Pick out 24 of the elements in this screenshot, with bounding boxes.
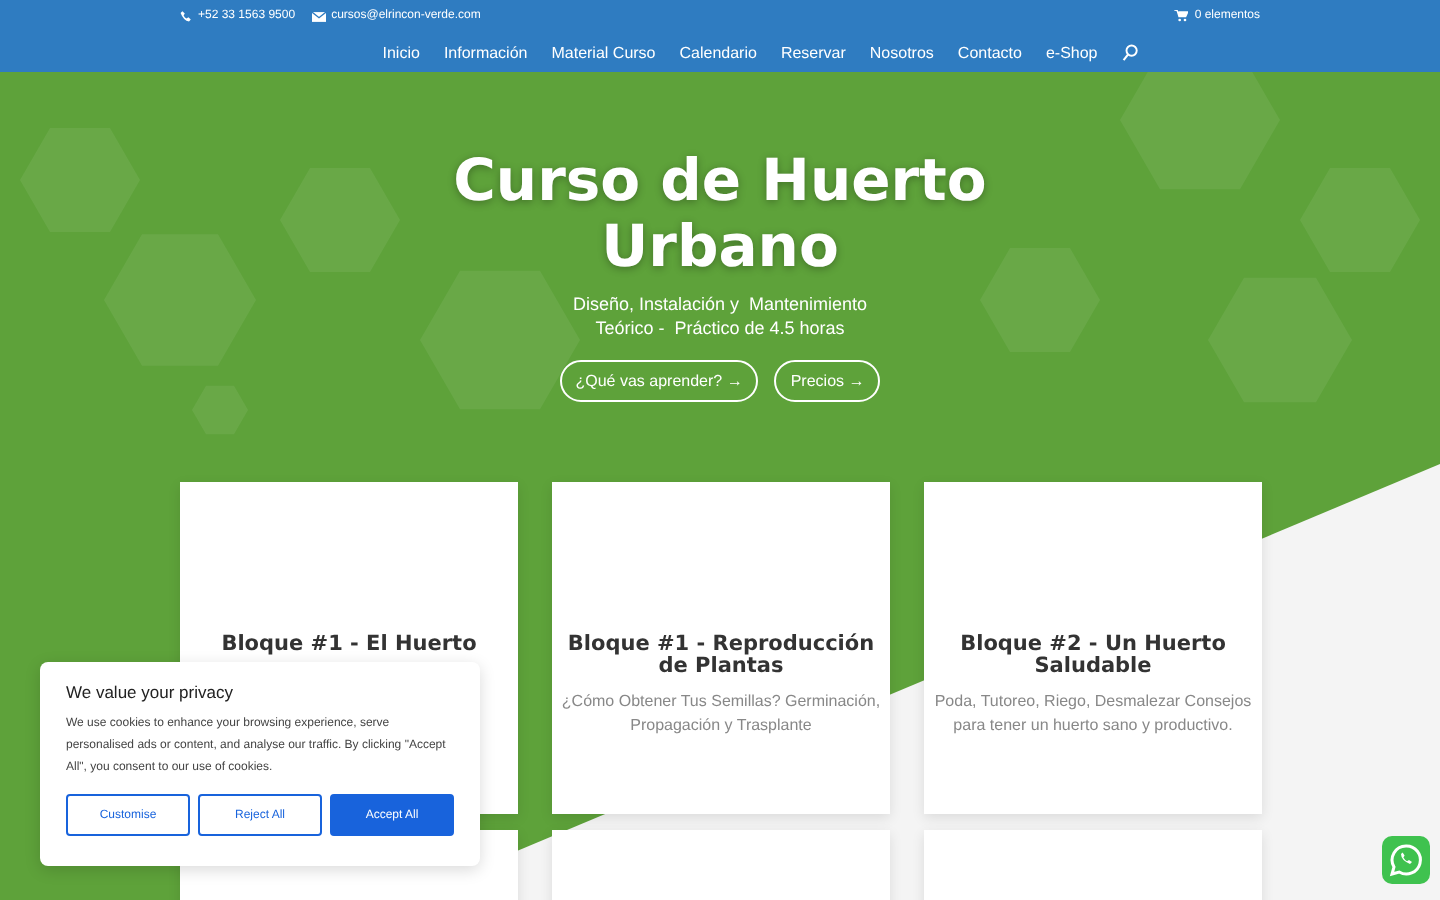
card-description: Poda, Tutoreo, Riego, Desmalezar Consejos para tener un huerto sano y productivo.	[932, 690, 1254, 736]
hero-button[interactable]: Precios →	[774, 360, 881, 402]
envelope-icon	[311, 11, 326, 21]
banner-title: We value your privacy	[66, 682, 235, 702]
hero-subtitle: Diseño, Instalación y Mantenimiento	[572, 292, 868, 316]
nav-link[interactable]: Contacto	[957, 43, 1022, 61]
nav-link[interactable]: Reservar	[780, 43, 846, 61]
nav-link[interactable]: e-Shop	[1045, 43, 1098, 61]
nav-link[interactable]: Información	[443, 43, 528, 61]
nav-link[interactable]: Nosotros	[869, 43, 934, 61]
hero-button[interactable]: ¿Qué vas aprender? →	[559, 360, 759, 402]
hero-title: Curso de Huerto Urbano	[451, 148, 989, 280]
card-description: ¿Cómo Obtener Tus Semillas? Germinación, Propagación y Trasplante	[559, 690, 883, 736]
nav-link[interactable]: Material Curso	[551, 43, 656, 61]
card-title: Bloque #1 - Reproducción de Plantas	[565, 634, 877, 678]
card-title: Bloque #2 - Un Huerto Saludable	[958, 634, 1228, 678]
search-icon[interactable]	[1121, 43, 1138, 61]
phone-icon	[180, 10, 192, 22]
nav-link[interactable]: Inicio	[382, 43, 420, 61]
card-title: Bloque #1 - El Huerto	[221, 634, 477, 656]
cart-icon	[1174, 10, 1189, 22]
nav-link[interactable]: Calendario	[679, 43, 757, 61]
hero-subtitle: Teórico - Práctico de 4.5 horas	[593, 316, 847, 340]
chat-icon[interactable]	[1382, 836, 1430, 884]
